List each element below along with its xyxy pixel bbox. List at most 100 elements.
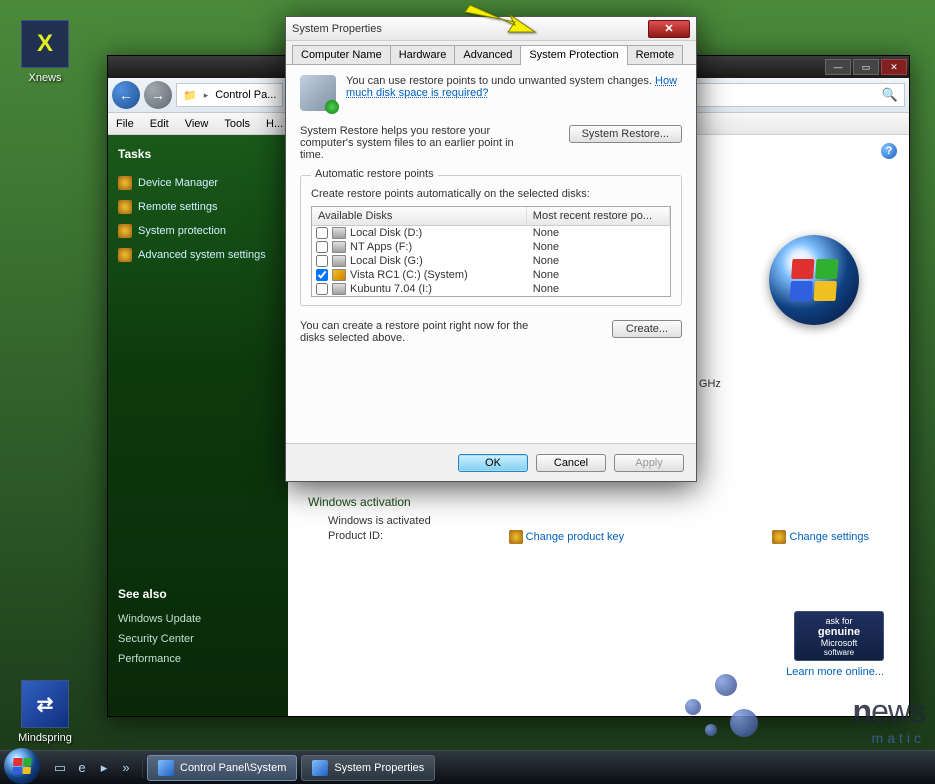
maximize-button[interactable]: ▭	[853, 59, 879, 75]
tab-system-protection[interactable]: System Protection	[520, 45, 627, 65]
help-icon[interactable]: ?	[881, 143, 897, 159]
menu-tools[interactable]: Tools	[224, 118, 250, 130]
breadcrumb[interactable]: 📁 Control Pa...	[176, 83, 283, 107]
minimize-button[interactable]: —	[825, 59, 851, 75]
shield-icon	[118, 176, 132, 190]
disk-icon	[332, 283, 346, 295]
link-performance[interactable]: Performance	[118, 649, 278, 669]
disk-icon	[332, 255, 346, 267]
breadcrumb-sep	[201, 89, 212, 101]
disk-name: NT Apps (F:)	[350, 241, 412, 253]
windows-logo	[769, 235, 859, 325]
taskbar: ▭ e ▸ » Control Panel\System System Prop…	[0, 750, 935, 784]
dialog-footer: OK Cancel Apply	[286, 443, 696, 481]
disk-name: Kubuntu 7.04 (I:)	[350, 283, 432, 295]
group-legend: Automatic restore points	[311, 168, 438, 180]
ie-icon[interactable]: e	[72, 758, 92, 778]
disk-icon	[332, 241, 346, 253]
menu-help[interactable]: H...	[266, 118, 283, 130]
automatic-restore-group: Automatic restore points Create restore …	[300, 175, 682, 306]
show-desktop-icon[interactable]: ▭	[50, 758, 70, 778]
disk-row[interactable]: NT Apps (F:) None	[312, 240, 670, 254]
disks-list[interactable]: Local Disk (D:)NoneNT Apps (F:)NoneLocal…	[312, 226, 670, 296]
close-button[interactable]: ✕	[881, 59, 907, 75]
info-text: You can use restore points to undo unwan…	[346, 75, 682, 99]
shield-icon	[772, 530, 786, 544]
window-icon	[312, 760, 328, 776]
annotation-arrow	[460, 0, 540, 45]
taskbar-item-control-panel[interactable]: Control Panel\System	[147, 755, 297, 781]
icon-label: Xnews	[10, 72, 80, 84]
chevron-right-icon[interactable]: »	[116, 758, 136, 778]
change-product-key-link[interactable]: Change product key	[526, 531, 624, 543]
disk-row[interactable]: Kubuntu 7.04 (I:) None	[312, 282, 670, 296]
menu-edit[interactable]: Edit	[150, 118, 169, 130]
col-available-disks[interactable]: Available Disks	[312, 207, 527, 225]
icon-label: Mindspring	[10, 732, 80, 744]
disk-checkbox[interactable]	[316, 269, 328, 281]
disk-checkbox[interactable]	[316, 255, 328, 267]
disk-row[interactable]: Vista RC1 (C:) (System) None	[312, 268, 670, 282]
search-icon[interactable]: 🔍	[882, 87, 898, 103]
link-security-center[interactable]: Security Center	[118, 629, 278, 649]
app-icon: X	[21, 20, 69, 68]
tab-computer-name[interactable]: Computer Name	[292, 45, 391, 64]
taskbar-item-system-properties[interactable]: System Properties	[301, 755, 435, 781]
close-button[interactable]: ✕	[648, 20, 690, 38]
create-button[interactable]: Create...	[612, 320, 682, 338]
task-advanced-settings[interactable]: Advanced system settings	[118, 243, 278, 267]
dialog-body: You can use restore points to undo unwan…	[286, 65, 696, 443]
seealso-header: See also	[118, 587, 278, 601]
link-windows-update[interactable]: Windows Update	[118, 609, 278, 629]
start-button[interactable]	[4, 748, 40, 784]
genuine-badge: ask for genuine Microsoft software	[794, 611, 884, 661]
task-remote-settings[interactable]: Remote settings	[118, 195, 278, 219]
task-device-manager[interactable]: Device Manager	[118, 171, 278, 195]
product-id-label: Product ID:	[328, 530, 478, 544]
window-icon	[158, 760, 174, 776]
disk-checkbox[interactable]	[316, 283, 328, 295]
disk-row[interactable]: Local Disk (G:)None	[312, 254, 670, 268]
create-help-text: You can create a restore point right now…	[300, 320, 530, 344]
dialog-title: System Properties	[292, 23, 382, 35]
apply-button[interactable]: Apply	[614, 454, 684, 472]
folder-icon: 📁	[183, 89, 197, 102]
disks-table: Available Disks Most recent restore po..…	[311, 206, 671, 297]
shield-icon	[509, 530, 523, 544]
media-icon[interactable]: ▸	[94, 758, 114, 778]
menu-file[interactable]: File	[116, 118, 134, 130]
forward-button[interactable]: →	[144, 81, 172, 109]
tasks-sidebar: Tasks Device Manager Remote settings Sys…	[108, 135, 288, 716]
disk-name: Vista RC1 (C:) (System)	[350, 269, 468, 281]
system-restore-button[interactable]: System Restore...	[569, 125, 682, 143]
change-settings-link[interactable]: Change settings	[772, 530, 870, 544]
desktop-icon-mindspring[interactable]: ⇄ Mindspring	[10, 680, 80, 744]
col-recent-restore[interactable]: Most recent restore po...	[527, 207, 670, 225]
app-icon: ⇄	[21, 680, 69, 728]
breadcrumb-item[interactable]: Control Pa...	[215, 89, 276, 101]
learn-more-link[interactable]: Learn more online...	[786, 666, 884, 678]
desktop-icon-xnews[interactable]: X Xnews	[10, 20, 80, 84]
tab-advanced[interactable]: Advanced	[454, 45, 521, 64]
activation-header: Windows activation	[308, 495, 889, 509]
disk-checkbox[interactable]	[316, 227, 328, 239]
task-system-protection[interactable]: System protection	[118, 219, 278, 243]
disk-row[interactable]: Local Disk (D:) None	[312, 226, 670, 240]
ok-button[interactable]: OK	[458, 454, 528, 472]
tab-hardware[interactable]: Hardware	[390, 45, 456, 64]
tasks-header: Tasks	[118, 147, 278, 161]
menu-view[interactable]: View	[185, 118, 209, 130]
shield-icon	[118, 248, 132, 262]
disk-restore: None	[527, 255, 670, 267]
cancel-button[interactable]: Cancel	[536, 454, 606, 472]
tab-remote[interactable]: Remote	[627, 45, 684, 64]
disk-restore: None	[527, 227, 670, 239]
disk-restore: None	[527, 241, 670, 253]
disk-restore: None	[527, 269, 670, 281]
disk-checkbox[interactable]	[316, 241, 328, 253]
back-button[interactable]: ←	[112, 81, 140, 109]
disk-name: Local Disk (D:)	[350, 227, 422, 239]
restore-icon	[300, 75, 336, 111]
shield-icon	[118, 200, 132, 214]
disk-restore: None	[527, 283, 670, 295]
